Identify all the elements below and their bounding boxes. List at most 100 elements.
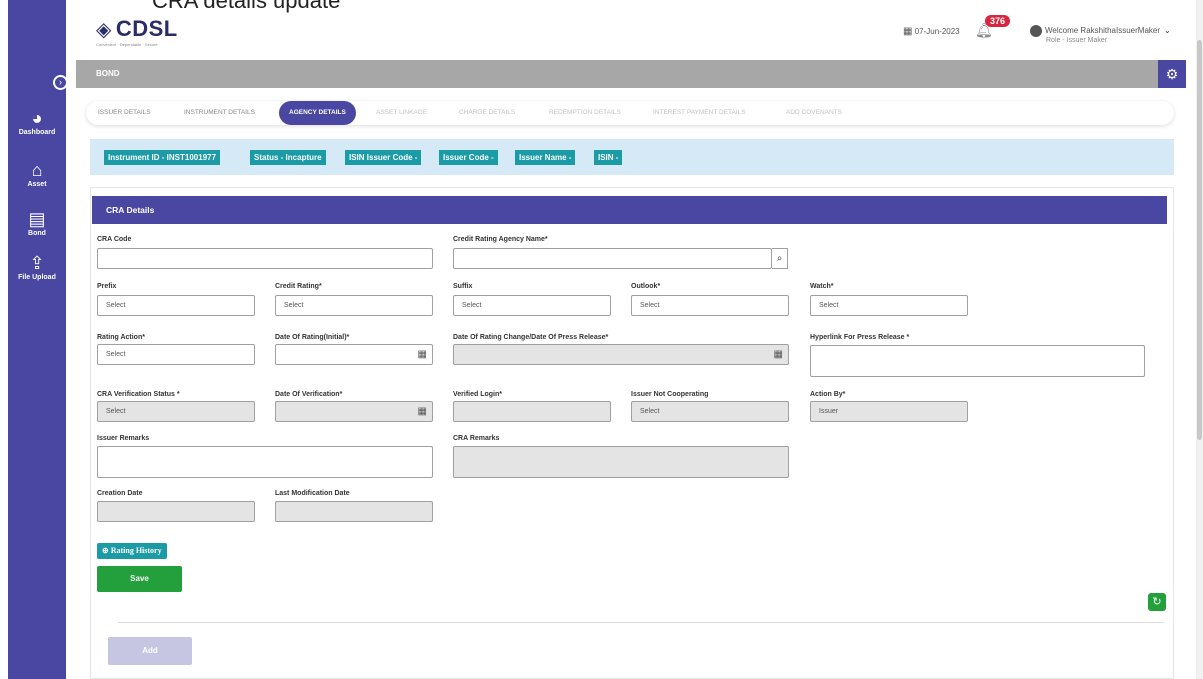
header-date-text: 07-Jun-2023 — [914, 27, 960, 36]
prefix-label: Prefix — [97, 283, 117, 290]
page-scrollbar[interactable] — [1196, 0, 1203, 679]
sidebar-item-label: Asset — [27, 181, 47, 188]
user-role: Role - Issuer Maker — [1046, 37, 1108, 44]
verified-login-label: Verified Login* — [453, 391, 503, 398]
creation-date-label: Creation Date — [97, 490, 143, 497]
refresh-button[interactable]: ↻ — [1148, 593, 1166, 611]
screenshot-caption: CRA details update — [152, 0, 341, 13]
page: CRA details update ◕ Dashboard ⌂ Asset ▤… — [0, 0, 1203, 679]
gear-icon: ⚙ — [1165, 66, 1179, 82]
cra-remarks-label: CRA Remarks — [453, 435, 500, 442]
refresh-icon: ↻ — [1152, 596, 1162, 608]
save-button[interactable]: Save — [97, 566, 182, 592]
tab-add-covenants[interactable]: ADD COVENANTS — [786, 101, 842, 125]
add-button[interactable]: Add — [108, 637, 192, 665]
sidebar-item-label: Bond — [28, 230, 46, 237]
issuer-not-cooperating-select[interactable]: Select — [631, 401, 789, 422]
sidebar-item-bond[interactable]: ▤ Bond — [8, 209, 66, 237]
upload-icon: ⇪ — [29, 253, 45, 273]
tab-issuer-details[interactable]: ISSUER DETAILS — [98, 101, 151, 125]
section-title: CRA Details — [92, 196, 1167, 224]
sidebar: ◕ Dashboard ⌂ Asset ▤ Bond ⇪ File Upload — [8, 0, 66, 679]
welcome-text: Welcome RakshithaIssuerMaker — [1045, 26, 1161, 36]
watch-select[interactable]: Select — [810, 295, 968, 316]
issuer-remarks-textarea[interactable] — [97, 446, 433, 478]
tab-instrument-details[interactable]: INSTRUMENT DETAILS — [184, 101, 255, 125]
action-by-input[interactable]: Issuer — [810, 401, 968, 422]
rating-history-button[interactable]: ⊕ Rating History — [97, 543, 167, 559]
chip-issuer-name: Issuer Name - — [515, 150, 576, 165]
sidebar-item-dashboard[interactable]: ◕ Dashboard — [8, 108, 66, 136]
calendar-icon[interactable]: ▦ — [418, 345, 427, 364]
sidebar-toggle-button[interactable]: › — [53, 75, 68, 90]
module-title-bar: BOND — [76, 60, 1158, 88]
cra-verification-status-label: CRA Verification Status * — [97, 391, 180, 398]
calendar-icon[interactable]: ▦ — [774, 345, 783, 364]
date-of-verification-input[interactable]: ▦ — [275, 401, 433, 422]
date-of-rating-change-input[interactable]: ▦ — [453, 344, 789, 365]
chip-isin-issuer-code: ISIN Issuer Code - — [345, 150, 422, 165]
user-menu[interactable]: Welcome RakshithaIssuerMaker ⌄ — [1030, 25, 1171, 37]
last-modification-date-input[interactable] — [275, 501, 433, 522]
cra-code-input[interactable] — [97, 248, 433, 269]
cra-verification-status-select[interactable]: Select — [97, 401, 255, 422]
issuer-remarks-label: Issuer Remarks — [97, 435, 150, 442]
instrument-info-strip: Instrument ID - INST1001977 Status - Inc… — [90, 139, 1174, 175]
hyperlink-press-release-input[interactable] — [810, 345, 1145, 377]
sidebar-item-asset[interactable]: ⌂ Asset — [8, 160, 66, 188]
rating-action-label: Rating Action* — [97, 334, 145, 341]
suffix-select[interactable]: Select — [453, 295, 611, 316]
prefix-select[interactable]: Select — [97, 295, 255, 316]
chevron-down-icon: ⌄ — [1164, 26, 1171, 36]
dashboard-icon: ◕ — [31, 108, 43, 128]
date-of-rating-initial-input[interactable]: ▦ — [275, 344, 433, 365]
watch-label: Watch* — [810, 283, 834, 290]
chip-instrument-id: Instrument ID - INST1001977 — [104, 150, 221, 165]
outlook-select[interactable]: Select — [631, 295, 789, 316]
cdsl-logo: ◈ CDSL Convenient · Dependable · Secure — [96, 16, 178, 47]
chevron-right-icon: › — [59, 77, 62, 87]
action-by-label: Action By* — [810, 391, 846, 398]
date-of-rating-initial-label: Date Of Rating(Initial)* — [275, 334, 350, 341]
search-icon: ⌕ — [776, 253, 783, 264]
tab-agency-details[interactable]: AGENCY DETAILS — [279, 101, 356, 125]
logo-diamond-icon: ◈ — [96, 18, 112, 41]
logo-tagline: Convenient · Dependable · Secure — [96, 42, 158, 47]
outlook-label: Outlook* — [631, 283, 661, 290]
issuer-not-cooperating-label: Issuer Not Cooperating — [631, 391, 709, 398]
credit-rating-agency-name-label: Credit Rating Agency Name* — [453, 236, 548, 243]
sidebar-item-file-upload[interactable]: ⇪ File Upload — [8, 253, 66, 281]
calendar-icon[interactable]: ▦ — [418, 402, 427, 421]
tab-redemption-details[interactable]: REDEMPTION DETAILS — [549, 101, 621, 125]
tab-bar: ISSUER DETAILS INSTRUMENT DETAILS AGENCY… — [86, 101, 1174, 125]
logo-text: CDSL — [115, 16, 178, 41]
sidebar-item-label: Dashboard — [18, 129, 56, 136]
plus-circle-icon: ⊕ — [102, 546, 109, 555]
creation-date-input[interactable] — [97, 501, 255, 522]
cra-code-label: CRA Code — [97, 236, 132, 243]
divider — [118, 622, 1164, 623]
tab-interest-payment-details[interactable]: INTEREST PAYMENT DETAILS — [653, 101, 746, 125]
last-modification-date-label: Last Modification Date — [275, 490, 350, 497]
chip-isin: ISIN - — [594, 150, 623, 165]
sidebar-item-label: File Upload — [18, 274, 56, 281]
chip-issuer-code: Issuer Code - — [439, 150, 498, 165]
suffix-label: Suffix — [453, 283, 473, 290]
id-card-icon: ▤ — [28, 209, 46, 229]
tab-asset-linkage[interactable]: ASSET LINKAGE — [376, 101, 427, 125]
credit-rating-label: Credit Rating* — [275, 283, 322, 290]
settings-gear-button[interactable]: ⚙ — [1158, 60, 1186, 88]
rating-action-select[interactable]: Select — [97, 344, 255, 365]
notification-badge[interactable]: 376 — [985, 15, 1011, 27]
header-date: ▦ 07-Jun-2023 — [903, 26, 960, 37]
date-of-verification-label: Date Of Verification* — [275, 391, 343, 398]
date-of-rating-change-label: Date Of Rating Change/Date Of Press Rele… — [453, 334, 609, 341]
tab-charge-details[interactable]: CHARGE DETAILS — [459, 101, 515, 125]
scrollbar-thumb[interactable] — [1197, 40, 1202, 440]
search-button[interactable]: ⌕ — [772, 248, 788, 269]
avatar — [1030, 25, 1042, 37]
credit-rating-agency-name-input[interactable] — [453, 248, 772, 269]
cra-remarks-textarea[interactable] — [453, 446, 789, 478]
verified-login-input[interactable] — [453, 401, 611, 422]
credit-rating-select[interactable]: Select — [275, 295, 433, 316]
